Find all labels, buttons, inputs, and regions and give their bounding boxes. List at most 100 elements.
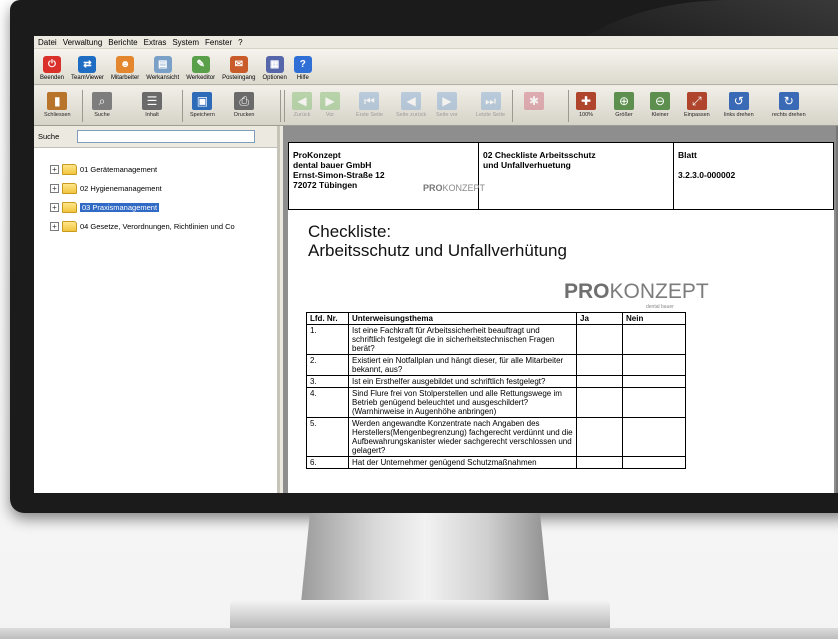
toolbar-button[interactable]: ? Hilfe [293,56,312,81]
menu-item[interactable]: Datei [38,38,57,47]
menu-item[interactable]: Berichte [108,38,137,47]
toolbar-button[interactable]: ☰ Inhalt [142,92,162,118]
toolbar-button-label: Inhalt [145,112,159,118]
toolbar-button[interactable]: ⤢ Einpassen [684,92,710,118]
tree-item-label: 03 Praxismanagement [80,203,160,212]
contents-icon: ☰ [142,92,162,110]
toolbar-button[interactable]: ⏻ Beenden [40,56,64,81]
toolbar-button-label: Vor [325,112,335,118]
toolbar-separator [284,90,285,122]
toolbar-button-label: Seite zurück [396,112,427,118]
toolbar-button-label: rechts drehen [772,112,806,118]
folder-icon [62,202,77,213]
nein-cell[interactable] [622,354,686,376]
expand-icon[interactable]: + [50,165,59,174]
logo-subtitle: dental bauer [646,304,674,310]
toolbar-separator [82,90,83,122]
nein-cell[interactable] [622,387,686,418]
first-page-icon: ⏮ [359,92,380,110]
toolbar-button[interactable]: ✱ [524,92,544,112]
help-icon: ? [293,56,312,73]
toolbar-button[interactable]: ◀ Seite zurück [396,92,426,118]
monitor-stand [300,513,550,613]
column-header: Ja [576,312,623,325]
toolbar-button[interactable]: ⏮ Erste Seite [356,92,383,118]
toolbar-button[interactable]: ◀ Zurück [292,92,312,118]
toolbar-button[interactable]: ✉ Posteingang [222,56,255,81]
document-toolbar: ▮ Schliessen ⌕ Suche ☰ Inhalt ▣ Speichern ⎙ Druck… [34,86,838,126]
navigation-pane: Suche +01 Gerätemanagement +02 Hygieneman… [34,126,280,493]
toolbar-button-label: Letzte Seite [476,112,506,118]
fit-icon: ⤢ [686,92,707,110]
company-cell: ProKonzept dental bauer GmbH Ernst-Simon… [288,142,485,210]
menu-item[interactable]: Extras [144,38,167,47]
save-icon: ▣ [192,92,213,110]
menu-item[interactable]: Fenster [205,38,232,47]
row-topic: Sind Flure frei von Stolperstellen und a… [348,387,577,418]
tree-item[interactable]: +04 Gesetze, Verordnungen, Richtlinien u… [50,221,235,232]
expand-icon[interactable]: + [50,222,59,231]
header-logo-bold: PRO [423,183,443,193]
toolbar-button[interactable]: ✚ 100% [576,92,596,118]
main-toolbar: ⏻ Beenden ⇄ TeamViewer ☻ Mitarbeiter ▤ Werkansi… [34,49,838,85]
ja-cell[interactable] [576,417,623,457]
nein-cell[interactable] [622,375,686,388]
ja-cell[interactable] [576,324,623,355]
menu-item[interactable]: ? [238,38,242,47]
nein-cell[interactable] [622,324,686,355]
bookmark-icon: ✱ [524,92,544,110]
tree-item[interactable]: +02 Hygienemanagement [50,183,162,194]
search-input[interactable] [77,130,256,143]
ja-cell[interactable] [576,456,623,469]
row-number: 2. [306,354,349,376]
document-title-line1: Checkliste: [308,222,392,241]
toolbar-button[interactable]: ▦ Optionen [262,56,287,81]
toolbar-button-label: Kleiner [651,112,669,118]
toolbar-button-label: Hilfe [296,75,309,81]
toolbar-button[interactable]: ⌕ Suche [92,92,112,118]
ja-cell[interactable] [576,354,623,376]
document-title-line2: Arbeitsschutz und Unfallverhütung [308,241,567,260]
toolbar-button[interactable]: ☻ Mitarbeiter [111,56,139,81]
tree-item-label: 04 Gesetze, Verordnungen, Richtlinien un… [80,222,235,231]
ja-cell[interactable] [576,375,623,388]
expand-icon[interactable]: + [50,203,59,212]
toolbar-button[interactable]: ▶ Seite vor [436,92,458,118]
toolbar-button-label: 100% [578,112,594,118]
document-page: ProKonzept dental bauer GmbH Ernst-Simon… [288,142,834,493]
toolbar-button[interactable]: ↻ rechts drehen [772,92,806,118]
toolbar-button[interactable]: ▤ Werkansicht [146,56,179,81]
toolbar-button-label: Zurück [293,112,311,118]
nein-cell[interactable] [622,417,686,457]
row-topic: Werden angewandte Konzentrate nach Angab… [348,417,577,457]
expand-icon[interactable]: + [50,184,59,193]
ja-cell[interactable] [576,387,623,418]
table-row: 5. Werden angewandte Konzentrate nach Ang… [306,417,686,457]
toolbar-button[interactable]: ▶ Vor [320,92,340,118]
tree-item[interactable]: +03 Praxismanagement [50,202,160,213]
company-line: Ernst-Simon-Straße 12 [293,170,385,180]
toolbar-button[interactable]: ⊖ Kleiner [650,92,670,118]
toolbar-button[interactable]: ⊕ Größer [614,92,634,118]
tree-item[interactable]: +01 Gerätemanagement [50,164,157,175]
toolbar-button[interactable]: ↺ links drehen [724,92,754,118]
menu-item[interactable]: Verwaltung [63,38,103,47]
toolbar-button-label: Posteingang [222,75,256,81]
toolbar-separator [280,90,281,122]
toolbar-button-label: Optionen [262,75,287,81]
zoom-100-icon: ✚ [576,92,596,110]
menu-item[interactable]: System [172,38,199,47]
toolbar-button[interactable]: ▣ Speichern [190,92,215,118]
toolbar-button[interactable]: ✎ Werkeditor [186,56,215,81]
toolbar-button[interactable]: ▮ Schliessen [44,92,71,118]
tree-item-label: 02 Hygienemanagement [80,184,162,193]
nein-cell[interactable] [622,456,686,469]
checklist-body: 1. Ist eine Fachkraft für Arbeitssicherhe… [306,324,686,469]
toolbar-separator [568,90,569,122]
toolbar-button[interactable]: ⏭ Letzte Seite [476,92,505,118]
folder-icon [62,164,77,175]
toolbar-button[interactable]: ⇄ TeamViewer [71,56,104,81]
toolbar-button-label: Werkansicht [146,75,180,81]
next-page-icon: ▶ [436,92,457,110]
toolbar-button[interactable]: ⎙ Drucken [234,92,254,118]
